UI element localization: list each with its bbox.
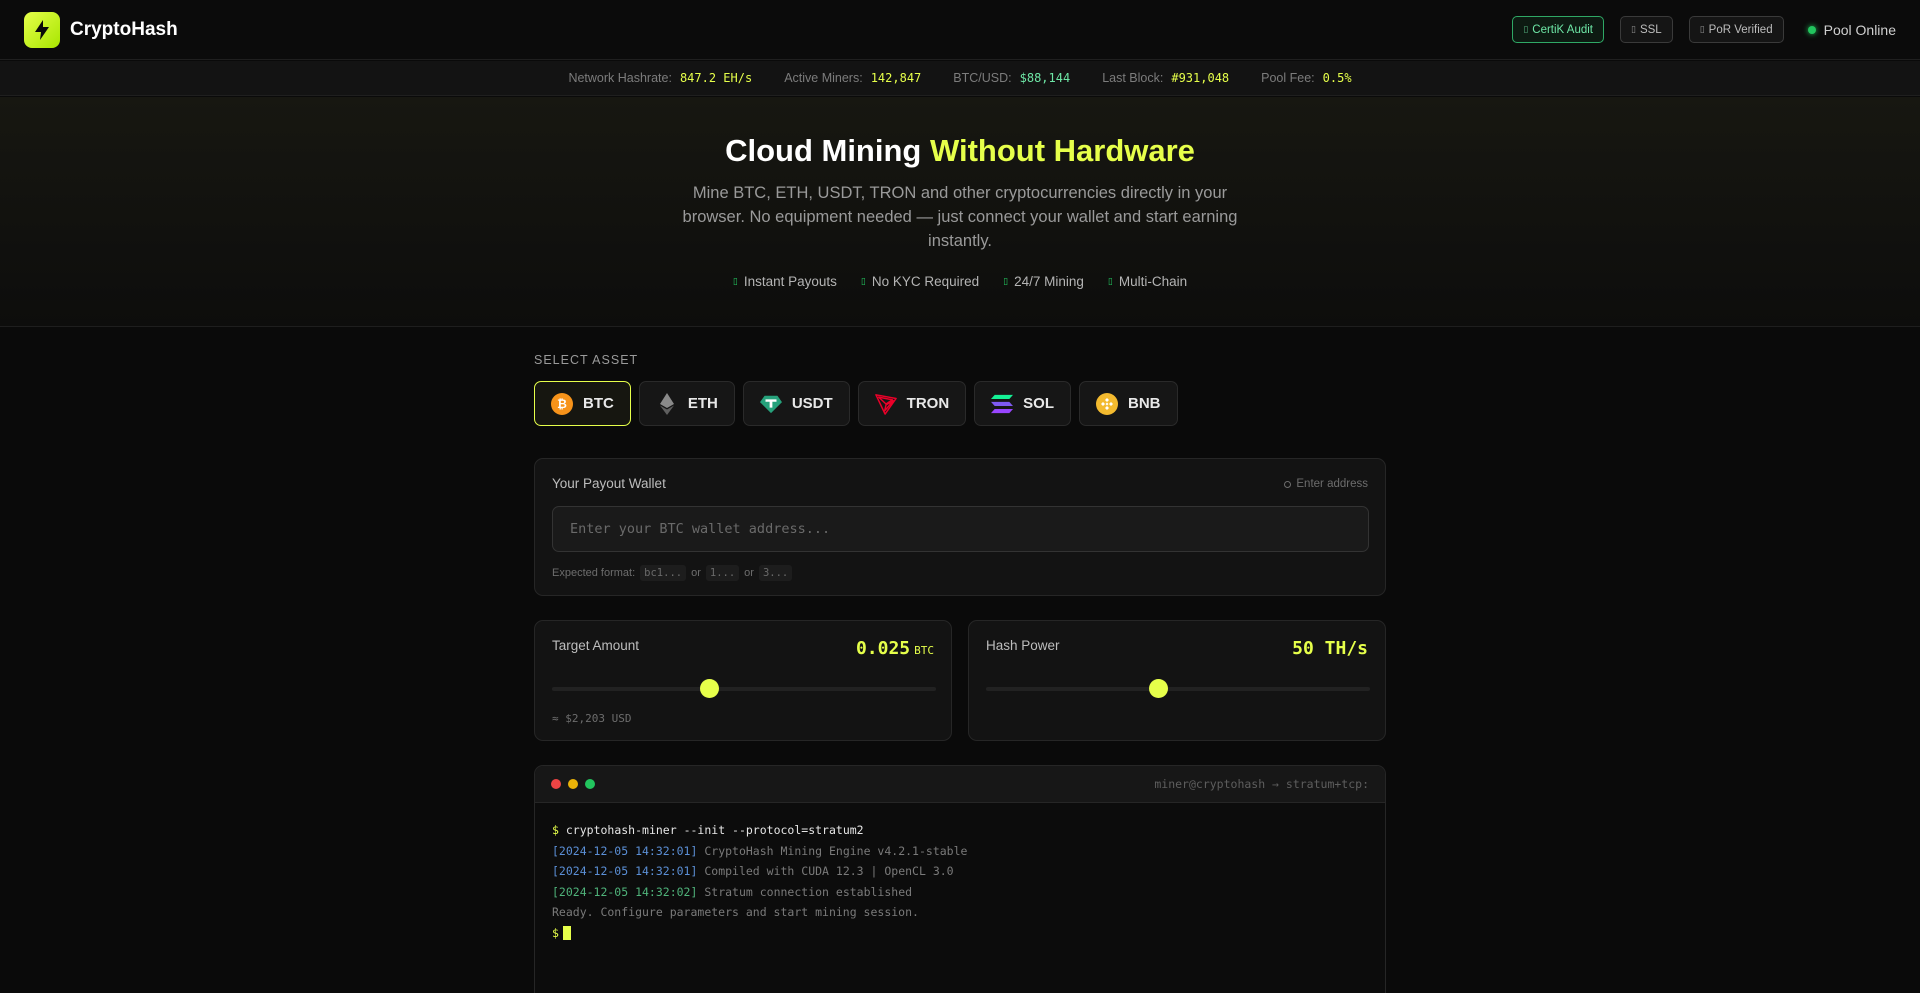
tether-icon (759, 393, 782, 415)
terminal-title: miner@cryptohash → stratum+tcp: (1154, 777, 1369, 791)
feature-no-kyc: ▯ No KYC Required (860, 274, 980, 289)
hash-power-value: 50 TH/s (1292, 638, 1368, 659)
ethereum-icon (656, 392, 678, 415)
terminal-log-line: [2024-12-05 14:32:01] Compiled with CUDA… (552, 864, 954, 878)
tron-icon (874, 393, 897, 415)
feature-list: ▯ Instant Payouts ▯ No KYC Required ▯ 24/7 … (0, 274, 1920, 289)
feature-24-7-mining: ▯ 24/7 Mining (1003, 274, 1084, 289)
target-amount-title: Target Amount (552, 638, 640, 653)
maximize-dot-icon[interactable] (585, 779, 595, 789)
asset-tron[interactable]: TRON (857, 381, 967, 426)
miner-terminal: miner@cryptohash → stratum+tcp: $ crypto… (534, 765, 1386, 993)
check-icon: ▯ (860, 276, 866, 286)
hash-power-title: Hash Power (986, 638, 1060, 653)
stat-pool-fee: Pool Fee: 0.5% (1261, 71, 1352, 85)
certik-audit-badge[interactable]: ▯ CertiK Audit (1512, 16, 1605, 43)
terminal-ready-line: Ready. Configure parameters and start mi… (552, 905, 919, 919)
brand[interactable]: CryptoHash (24, 11, 178, 48)
terminal-titlebar: miner@cryptohash → stratum+tcp: (535, 766, 1385, 803)
network-stats-bar: Network Hashrate: 847.2 EH/s Active Mine… (0, 61, 1920, 96)
minimize-dot-icon[interactable] (568, 779, 578, 789)
terminal-output: $ cryptohash-miner --init --protocol=str… (535, 803, 1385, 960)
wallet-address-input[interactable] (552, 506, 1369, 552)
close-dot-icon[interactable] (551, 779, 561, 789)
asset-eth[interactable]: ETH (638, 381, 735, 426)
asset-sol[interactable]: SOL (974, 381, 1072, 426)
solana-icon (991, 393, 1014, 415)
target-amount-card: Target Amount 0.025 BTC ≈ $2,203 USD (534, 620, 952, 741)
hero-section: Cloud Mining Without Hardware Mine BTC, … (0, 97, 1920, 327)
asset-selector: ₿ BTC ETH USDT TRON SOL BNB (534, 381, 1178, 426)
wallet-hint: Enter address (1284, 478, 1368, 490)
shield-icon: ▯ (1523, 24, 1529, 34)
select-asset-label: SELECT ASSET (534, 353, 639, 367)
bitcoin-icon: ₿ (551, 392, 573, 415)
target-amount-slider-thumb[interactable] (699, 679, 719, 698)
asset-bnb[interactable]: BNB (1079, 381, 1178, 426)
terminal-command-line: $ cryptohash-miner --init --protocol=str… (552, 823, 864, 837)
target-amount-slider[interactable] (552, 679, 936, 698)
wallet-format-hint: Expected format: bc1... or 1... or 3... (552, 565, 793, 581)
stat-btc-usd: BTC/USD: $88,144 (953, 71, 1071, 85)
top-header: CryptoHash ▯ CertiK Audit ▯ SSL ▯ PoR Ve… (0, 0, 1920, 60)
check-icon: ▯ (1699, 24, 1705, 34)
feature-instant-payouts: ▯ Instant Payouts (732, 274, 837, 289)
payout-wallet-card: Your Payout Wallet Enter address Expecte… (534, 458, 1386, 596)
hero-title: Cloud Mining Without Hardware (725, 133, 1195, 168)
target-amount-value: 0.025 BTC (855, 638, 934, 659)
stat-network-hashrate: Network Hashrate: 847.2 EH/s (568, 71, 753, 85)
hash-power-card: Hash Power 50 TH/s (968, 620, 1386, 741)
por-verified-badge[interactable]: ▯ PoR Verified (1688, 16, 1784, 43)
target-usd-equivalent: ≈ $2,203 USD (552, 712, 632, 725)
feature-multi-chain: ▯ Multi-Chain (1107, 274, 1188, 289)
bnb-icon (1096, 392, 1119, 415)
terminal-prompt-line[interactable]: $ (552, 923, 1368, 944)
lock-icon: ▯ (1631, 24, 1636, 34)
check-icon: ▯ (1107, 276, 1113, 286)
status-ring-icon (1284, 480, 1292, 488)
ssl-badge[interactable]: ▯ SSL (1620, 16, 1673, 43)
wallet-title: Your Payout Wallet (552, 476, 666, 491)
stat-last-block: Last Block: #931,048 (1102, 71, 1230, 85)
pool-status: Pool Online (1807, 22, 1896, 38)
terminal-log-line: [2024-12-05 14:32:01] CryptoHash Mining … (552, 843, 968, 858)
terminal-log-line: [2024-12-05 14:32:02] Stratum connection… (552, 884, 913, 899)
online-dot-icon (1807, 25, 1816, 34)
hero-subtitle: Mine BTC, ETH, USDT, TRON and other cryp… (682, 184, 1238, 250)
asset-usdt[interactable]: USDT (742, 381, 850, 426)
check-icon: ▯ (732, 276, 738, 286)
brand-name: CryptoHash (70, 18, 178, 40)
lightning-icon (24, 11, 60, 48)
window-controls (551, 779, 595, 789)
stat-active-miners: Active Miners: 142,847 (784, 71, 922, 85)
terminal-cursor (562, 926, 571, 940)
check-icon: ▯ (1003, 276, 1009, 286)
hash-power-slider[interactable] (986, 679, 1370, 698)
asset-btc[interactable]: ₿ BTC (534, 381, 631, 426)
hash-power-slider-thumb[interactable] (1149, 679, 1169, 698)
